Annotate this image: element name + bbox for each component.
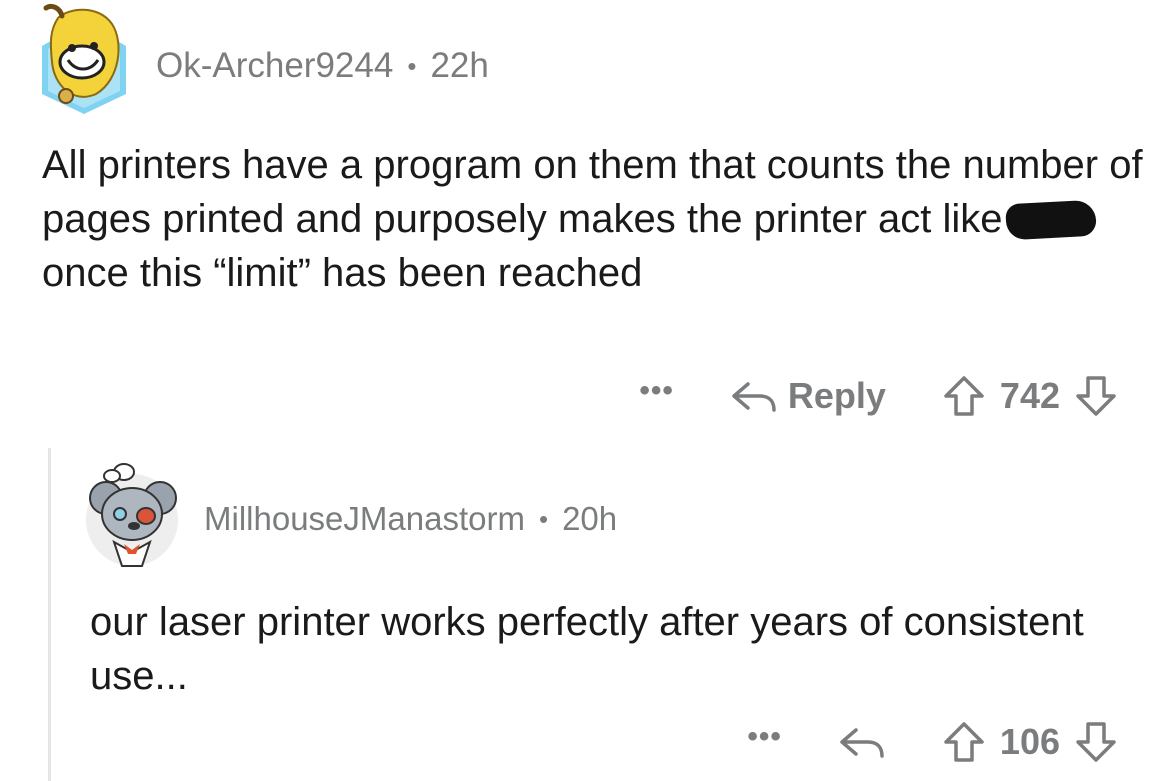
vote-controls: 742 bbox=[942, 374, 1118, 418]
comment-header: Ok-Archer9244 • 22h bbox=[156, 46, 489, 86]
vote-score: 106 bbox=[999, 721, 1060, 762]
more-options-button[interactable]: ••• bbox=[747, 722, 782, 757]
vote-score: 742 bbox=[999, 375, 1060, 416]
downvote-arrow-icon[interactable] bbox=[1074, 374, 1118, 418]
comment-actions: ••• 106 bbox=[747, 716, 1118, 768]
reply-button[interactable]: Reply bbox=[730, 375, 886, 417]
comment-text-part2: once this “limit” has been reached bbox=[42, 251, 643, 295]
comment-actions: ••• Reply 742 bbox=[639, 370, 1118, 422]
reply-arrow-icon bbox=[840, 728, 884, 758]
comment-body: All printers have a program on them that… bbox=[42, 138, 1152, 300]
vote-controls: 106 bbox=[942, 720, 1118, 764]
avatar[interactable] bbox=[38, 2, 130, 114]
redaction-mark bbox=[1004, 199, 1097, 241]
comment-header: MillhouseJManastorm • 20h bbox=[204, 500, 617, 538]
upvote-arrow-icon[interactable] bbox=[942, 720, 986, 764]
username[interactable]: MillhouseJManastorm bbox=[204, 500, 525, 538]
separator-dot: • bbox=[538, 503, 549, 534]
upvote-arrow-icon[interactable] bbox=[942, 374, 986, 418]
comment-text-part1: All printers have a program on them that… bbox=[42, 143, 1143, 241]
timestamp: 20h bbox=[562, 500, 618, 537]
comment-body: our laser printer works perfectly after … bbox=[90, 600, 1084, 698]
thread-line[interactable] bbox=[48, 448, 51, 781]
reply-label: Reply bbox=[787, 375, 886, 416]
koala-chef-avatar-icon bbox=[86, 463, 178, 567]
reply-button[interactable] bbox=[838, 724, 886, 760]
downvote-arrow-icon[interactable] bbox=[1074, 720, 1118, 764]
timestamp: 22h bbox=[430, 46, 489, 85]
reply-arrow-icon bbox=[732, 382, 776, 412]
separator-dot: • bbox=[407, 50, 417, 81]
username[interactable]: Ok-Archer9244 bbox=[156, 46, 393, 86]
avatar[interactable] bbox=[84, 458, 180, 570]
more-options-button[interactable]: ••• bbox=[639, 376, 674, 411]
banana-avatar-icon bbox=[42, 3, 126, 114]
